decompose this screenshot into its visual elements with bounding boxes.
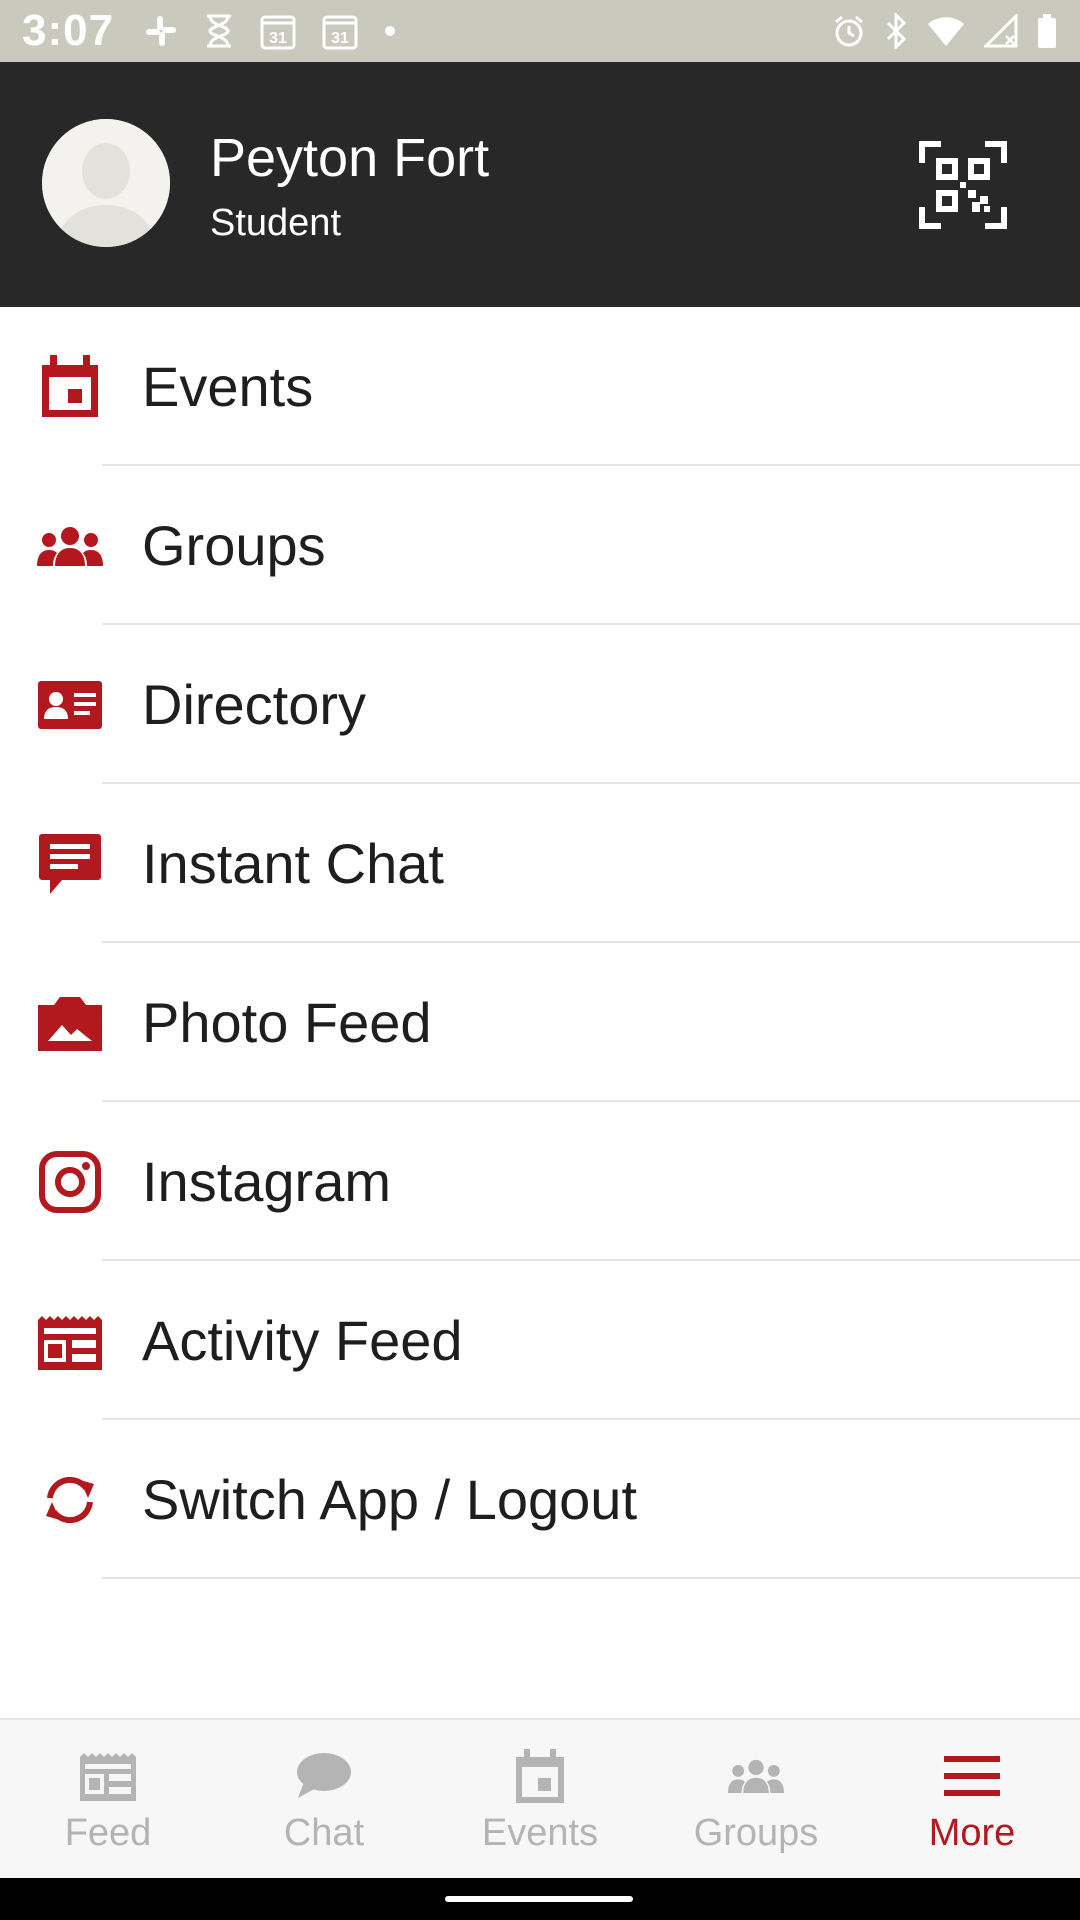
system-nav-bar <box>0 1878 1080 1920</box>
status-time: 3:07 <box>22 6 115 55</box>
profile-header: Peyton Fort Student <box>0 62 1080 307</box>
avatar[interactable] <box>42 119 170 247</box>
wifi-icon <box>926 14 966 48</box>
svg-text:31: 31 <box>269 30 287 47</box>
menu-item-label: Instant Chat <box>142 832 444 895</box>
divider <box>102 1577 1080 1579</box>
calendar-icon <box>505 1746 575 1806</box>
menu-item-label: Events <box>142 355 314 418</box>
nav-tab-groups[interactable]: Groups <box>648 1720 864 1878</box>
home-indicator[interactable] <box>445 1896 633 1902</box>
more-menu: Events Groups Directory Instant Chat Pho… <box>0 307 1080 1579</box>
nav-label: More <box>928 1812 1016 1854</box>
system-icons <box>832 13 1058 49</box>
qr-code-icon <box>919 141 1007 229</box>
nav-tab-chat[interactable]: Chat <box>216 1720 432 1878</box>
menu-item-label: Directory <box>142 673 367 736</box>
notification-icons: 31 31 <box>144 12 396 50</box>
menu-item-label: Switch App / Logout <box>142 1468 638 1531</box>
user-role: Student <box>210 202 341 244</box>
menu-item-switch-app-logout[interactable]: Switch App / Logout <box>0 1420 1080 1579</box>
menu-item-photo-feed[interactable]: Photo Feed <box>0 943 1080 1102</box>
menu-item-label: Instagram <box>142 1150 391 1213</box>
menu-item-label: Groups <box>142 514 326 577</box>
user-name: Peyton Fort <box>210 128 490 188</box>
feed-icon <box>73 1746 143 1806</box>
nav-label: Events <box>481 1812 599 1854</box>
menu-item-label: Photo Feed <box>142 991 432 1054</box>
bluetooth-icon <box>884 13 908 49</box>
menu-item-events[interactable]: Events <box>0 307 1080 466</box>
menu-item-instant-chat[interactable]: Instant Chat <box>0 784 1080 943</box>
activity-feed-icon <box>36 1307 104 1375</box>
id-card-icon <box>36 671 104 739</box>
people-icon <box>721 1746 791 1806</box>
nav-label: Feed <box>64 1812 152 1854</box>
qr-code-button[interactable] <box>918 140 1008 230</box>
slack-icon <box>144 14 178 48</box>
bottom-nav: Feed Chat Events Groups More <box>0 1718 1080 1878</box>
switch-icon <box>36 1466 104 1534</box>
status-bar: 3:07 31 31 <box>0 0 1080 62</box>
menu-item-instagram[interactable]: Instagram <box>0 1102 1080 1261</box>
people-icon <box>36 512 104 580</box>
menu-item-activity-feed[interactable]: Activity Feed <box>0 1261 1080 1420</box>
menu-item-directory[interactable]: Directory <box>0 625 1080 784</box>
chat-icon <box>36 830 104 898</box>
nav-tab-events[interactable]: Events <box>432 1720 648 1878</box>
hourglass-icon <box>204 14 234 48</box>
calendar-icon <box>36 353 104 421</box>
instagram-icon <box>36 1148 104 1216</box>
dot-icon <box>384 25 396 37</box>
photo-icon <box>36 989 104 1057</box>
nav-label: Groups <box>693 1812 819 1854</box>
alarm-icon <box>832 14 866 48</box>
nav-tab-feed[interactable]: Feed <box>0 1720 216 1878</box>
calendar-31-icon: 31 <box>260 12 296 50</box>
nav-tab-more[interactable]: More <box>864 1720 1080 1878</box>
battery-icon <box>1036 13 1058 49</box>
nav-label: Chat <box>283 1812 365 1854</box>
calendar-31-icon: 31 <box>322 12 358 50</box>
menu-item-groups[interactable]: Groups <box>0 466 1080 625</box>
chat-bubble-icon <box>289 1746 359 1806</box>
cell-signal-icon <box>984 14 1018 48</box>
menu-item-label: Activity Feed <box>142 1309 463 1372</box>
menu-icon <box>937 1746 1007 1806</box>
svg-text:31: 31 <box>331 30 349 47</box>
